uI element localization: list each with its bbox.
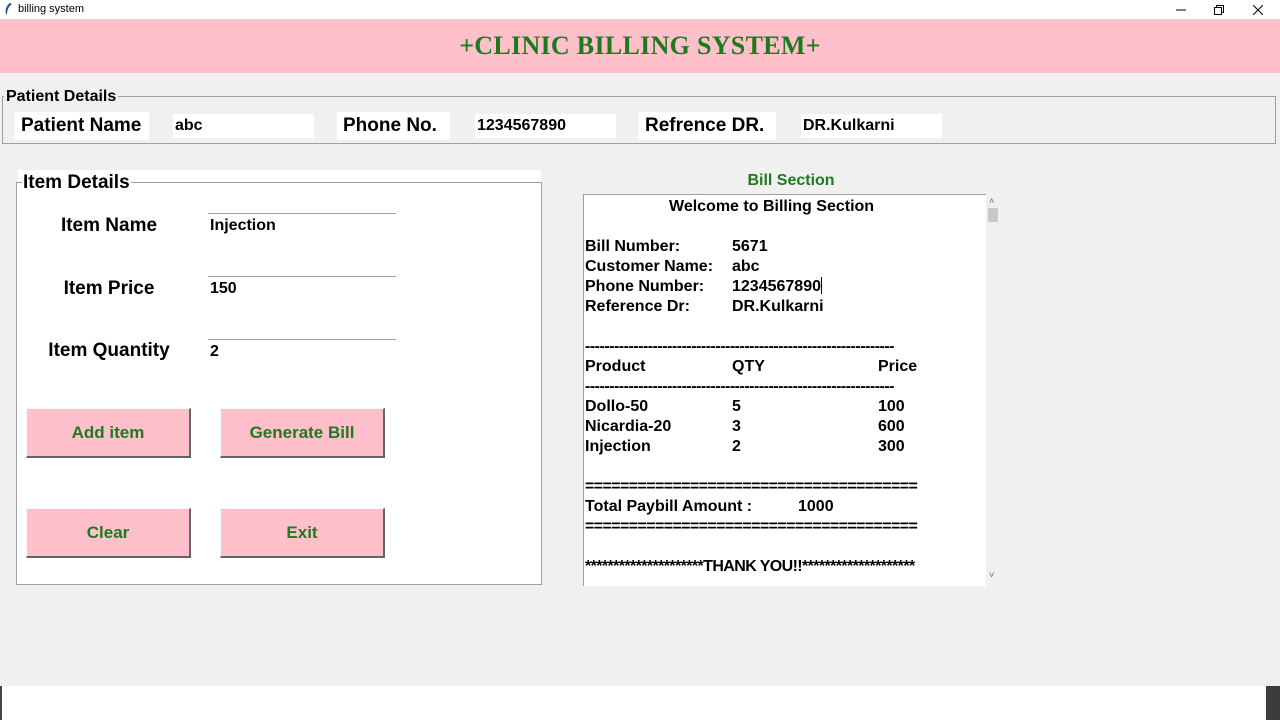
bill-item-price: 300	[878, 438, 905, 455]
col-qty-header: QTY	[732, 358, 765, 375]
col-product-header: Product	[585, 358, 646, 375]
item-quantity-input[interactable]	[208, 339, 396, 363]
exit-button[interactable]: Exit	[220, 508, 385, 558]
bill-item-qty: 2	[732, 438, 741, 455]
bill-item-product: Injection	[585, 438, 651, 455]
restore-icon	[1214, 4, 1224, 15]
ref-dr-label: Refrence DR.	[639, 112, 776, 140]
item-details-legend: Item Details	[22, 172, 131, 194]
feather-icon	[5, 3, 12, 14]
reference-dr-label: Reference Dr:	[585, 298, 690, 315]
item-name-label: Item Name	[60, 215, 158, 236]
bill-item-qty: 5	[732, 398, 741, 415]
item-price-label: Item Price	[63, 278, 155, 299]
bill-item-product: Nicardia-20	[585, 418, 672, 435]
bill-section-heading: Bill Section	[747, 172, 835, 189]
bill-item-product: Dollo-50	[585, 398, 649, 415]
phone-number-label: Phone Number:	[585, 278, 705, 295]
reference-dr-value: DR.Kulkarni	[732, 298, 824, 315]
bill-welcome: Welcome to Billing Section	[669, 198, 875, 215]
phone-input[interactable]	[475, 114, 616, 138]
bill-item-qty: 3	[732, 418, 741, 435]
bottom-panel	[0, 686, 1280, 720]
total-label: Total Paybill Amount :	[585, 498, 753, 515]
scrollbar-thumb[interactable]	[988, 208, 998, 222]
window-title: billing system	[18, 3, 85, 15]
app-title: +CLINIC BILLING SYSTEM+	[459, 31, 821, 60]
bill-item-price: 100	[878, 398, 905, 415]
scroll-down-icon[interactable]: ˅	[989, 570, 994, 580]
phone-number-value: 1234567890	[732, 278, 821, 295]
minimize-button[interactable]	[1161, 0, 1201, 19]
add-item-button[interactable]: Add item	[26, 408, 191, 458]
minimize-icon	[1176, 9, 1186, 10]
item-name-input[interactable]	[208, 213, 396, 237]
item-quantity-label: Item Quantity	[48, 340, 170, 361]
dash-separator-2: ----------------------------------------…	[585, 378, 895, 395]
dash-separator-1: ----------------------------------------…	[585, 338, 895, 355]
item-price-input[interactable]	[208, 276, 396, 300]
bill-number-label: Bill Number:	[585, 238, 681, 255]
scroll-up-icon[interactable]: ˄	[989, 196, 994, 206]
patient-name-label: Patient Name	[15, 112, 149, 140]
eq-separator-2: ======================================	[585, 518, 918, 535]
thank-you-line: *********************THANK YOU!!********…	[585, 558, 915, 575]
col-price-header: Price	[878, 358, 918, 375]
ref-dr-input[interactable]	[801, 114, 942, 138]
app-header: +CLINIC BILLING SYSTEM+	[0, 19, 1280, 73]
bill-number-value: 5671	[732, 238, 768, 255]
eq-separator-1: ======================================	[585, 478, 918, 495]
phone-number-value-wrap: 1234567890	[732, 277, 822, 297]
bottom-right-block	[1266, 686, 1280, 720]
close-button[interactable]	[1238, 0, 1278, 19]
window-titlebar: billing system	[0, 0, 1280, 19]
customer-name-value: abc	[732, 258, 760, 275]
customer-name-label: Customer Name:	[585, 258, 714, 275]
restore-button[interactable]	[1199, 0, 1239, 19]
bill-text-area[interactable]: Welcome to Billing Section Bill Number: …	[583, 194, 986, 586]
text-caret	[820, 277, 822, 294]
total-value: 1000	[798, 498, 834, 515]
clear-button[interactable]: Clear	[26, 508, 191, 558]
bill-item-price: 600	[878, 418, 905, 435]
patient-details-legend: Patient Details	[4, 88, 119, 106]
generate-bill-button[interactable]: Generate Bill	[220, 408, 385, 458]
patient-name-input[interactable]	[173, 114, 314, 138]
phone-label: Phone No.	[337, 112, 450, 140]
bill-scrollbar[interactable]: ˄ ˅	[986, 194, 1000, 586]
close-icon	[1253, 4, 1263, 15]
